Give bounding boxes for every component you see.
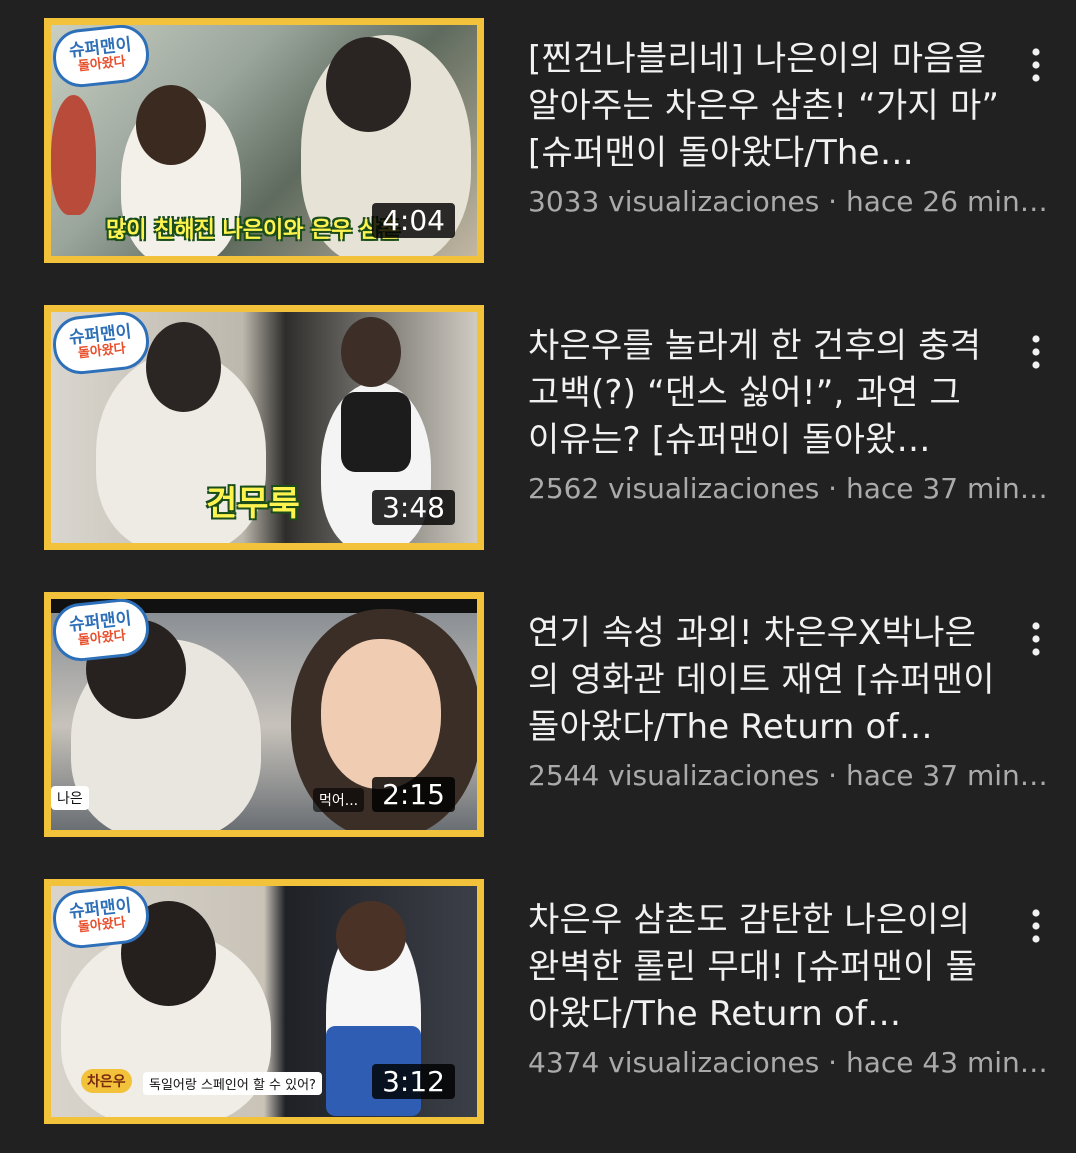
logo-text-bottom: 돌아왔다 <box>77 628 127 649</box>
stats-separator: · <box>819 185 846 218</box>
video-meta: [찐건나블리네] 나은이의 마음을 알아주는 차은우 삼촌! “가지 마” [슈… <box>528 36 1048 221</box>
video-meta: 연기 속성 과외! 차은우X박나은의 영화관 데이트 재연 [슈퍼맨이 돌아왔다… <box>528 610 1048 795</box>
thumbnail-caption: 건무룩 <box>206 484 300 524</box>
upload-age: hace 37 minutos <box>845 759 1048 792</box>
upload-age: hace 43 minutos <box>845 1046 1048 1079</box>
video-duration: 4:04 <box>372 203 455 238</box>
video-list: 슈퍼맨이 돌아왔다 많이 친해진 나은이와 은우 삼촌 4:04 [찐건나블리네… <box>0 0 1076 1153</box>
thumbnail-caption: 독일어랑 스페인어 할 수 있어? <box>143 1072 322 1095</box>
view-count: 3033 visualizaciones <box>528 185 820 218</box>
logo-text-bottom: 돌아왔다 <box>77 915 127 936</box>
view-count: 2544 visualizaciones <box>528 759 820 792</box>
upload-age: hace 26 minutos <box>845 185 1048 218</box>
video-thumbnail[interactable]: 슈퍼맨이 돌아왔다 차은우 독일어랑 스페인어 할 수 있어? 3:12 <box>44 879 484 1124</box>
video-title[interactable]: 차은우를 놀라게 한 건후의 충격 고백(?) “댄스 싫어!”, 과연 그 이… <box>528 323 1003 464</box>
upload-age: hace 37 minutos <box>845 472 1048 505</box>
view-count: 4374 visualizaciones <box>528 1046 820 1079</box>
video-thumbnail[interactable]: 슈퍼맨이 돌아왔다 건무룩 3:48 <box>44 305 484 550</box>
more-vert-icon <box>1032 335 1040 369</box>
video-stats: 2562 visualizaciones · hace 37 minutos <box>528 470 1048 508</box>
thumbnail-name-tag: 나은 <box>51 786 89 810</box>
stats-separator: · <box>819 472 846 505</box>
logo-text-bottom: 돌아왔다 <box>77 54 127 75</box>
video-stats: 4374 visualizaciones · hace 43 minutos <box>528 1044 1048 1082</box>
more-vert-icon <box>1032 48 1040 82</box>
thumbnail-caption: 많이 친해진 나은이와 은우 삼촌 <box>106 218 400 243</box>
video-duration: 2:15 <box>372 777 455 812</box>
video-duration: 3:12 <box>372 1064 455 1099</box>
view-count: 2562 visualizaciones <box>528 472 820 505</box>
stats-separator: · <box>819 759 846 792</box>
video-title[interactable]: [찐건나블리네] 나은이의 마음을 알아주는 차은우 삼촌! “가지 마” [슈… <box>528 36 1003 177</box>
more-options-button[interactable] <box>1018 40 1054 90</box>
more-options-button[interactable] <box>1018 327 1054 377</box>
video-duration: 3:48 <box>372 490 455 525</box>
stats-separator: · <box>819 1046 846 1079</box>
logo-text-bottom: 돌아왔다 <box>77 341 127 362</box>
more-options-button[interactable] <box>1018 614 1054 664</box>
video-stats: 3033 visualizaciones · hace 26 minutos <box>528 183 1048 221</box>
video-title[interactable]: 차은우 삼촌도 감탄한 나은이의 완벽한 롤린 무대! [슈퍼맨이 돌아왔다/T… <box>528 897 1003 1038</box>
video-title[interactable]: 연기 속성 과외! 차은우X박나은의 영화관 데이트 재연 [슈퍼맨이 돌아왔다… <box>528 610 1003 751</box>
video-item[interactable]: 슈퍼맨이 돌아왔다 건무룩 3:48 차은우를 놀라게 한 건후의 충격 고백(… <box>0 305 1076 555</box>
video-stats: 2544 visualizaciones · hace 37 minutos <box>528 757 1048 795</box>
more-vert-icon <box>1032 622 1040 656</box>
video-thumbnail[interactable]: 슈퍼맨이 돌아왔다 나은 먹어... 2:15 <box>44 592 484 837</box>
speaker-tag: 차은우 <box>81 1069 132 1093</box>
thumbnail-caption: 먹어... <box>313 788 365 812</box>
video-thumbnail[interactable]: 슈퍼맨이 돌아왔다 많이 친해진 나은이와 은우 삼촌 4:04 <box>44 18 484 263</box>
video-meta: 차은우를 놀라게 한 건후의 충격 고백(?) “댄스 싫어!”, 과연 그 이… <box>528 323 1048 508</box>
more-vert-icon <box>1032 909 1040 943</box>
more-options-button[interactable] <box>1018 901 1054 951</box>
video-item[interactable]: 슈퍼맨이 돌아왔다 많이 친해진 나은이와 은우 삼촌 4:04 [찐건나블리네… <box>0 18 1076 268</box>
video-item[interactable]: 슈퍼맨이 돌아왔다 나은 먹어... 2:15 연기 속성 과외! 차은우X박나… <box>0 592 1076 842</box>
video-item[interactable]: 슈퍼맨이 돌아왔다 차은우 독일어랑 스페인어 할 수 있어? 3:12 차은우… <box>0 879 1076 1129</box>
video-meta: 차은우 삼촌도 감탄한 나은이의 완벽한 롤린 무대! [슈퍼맨이 돌아왔다/T… <box>528 897 1048 1082</box>
